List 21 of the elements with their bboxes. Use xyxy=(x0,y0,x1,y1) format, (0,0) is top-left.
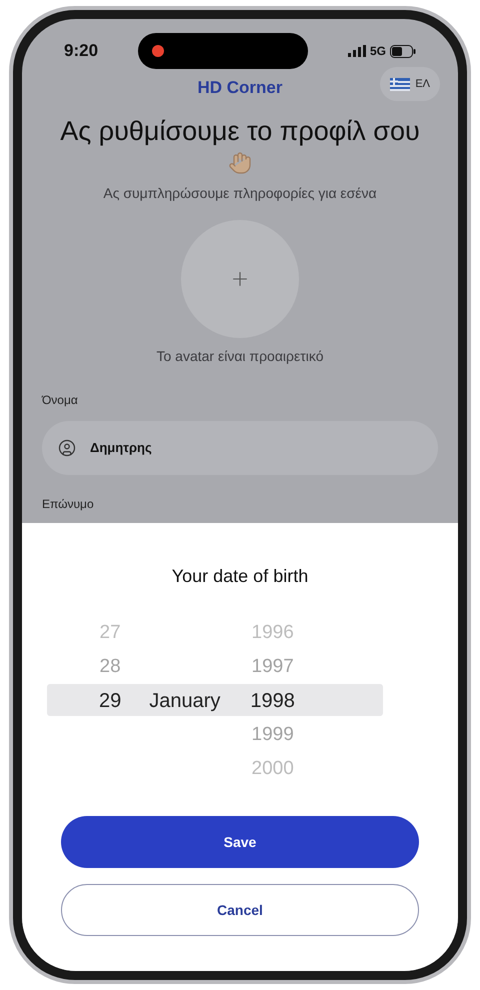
field-label: Επώνυμο xyxy=(41,496,95,513)
sheet-title: Your date of birth xyxy=(172,565,308,588)
app-title: HD Corner xyxy=(197,77,282,100)
network-label: 5G xyxy=(370,43,386,60)
page-heading: Ας ρυθμίσουμε το προφίλ σου xyxy=(59,115,421,147)
waving-hand-icon xyxy=(228,151,252,175)
flag-icon xyxy=(390,78,410,90)
signal-icon xyxy=(348,45,366,57)
language-button[interactable]: ΕΛ xyxy=(380,67,440,101)
picker-item[interactable]: January xyxy=(149,684,220,718)
field-label: Όνομα xyxy=(40,392,79,409)
picker-item[interactable]: 1998 xyxy=(250,684,295,718)
name-field[interactable]: Δημητρης xyxy=(42,421,438,475)
picker-item[interactable]: 29 xyxy=(99,684,122,718)
user-icon xyxy=(58,439,76,457)
status-time: 9:20 xyxy=(64,40,98,62)
cancel-button[interactable]: Cancel xyxy=(61,884,419,936)
save-button[interactable]: Save xyxy=(61,816,419,868)
subtitle: Ας συμπληρώσουμε πληροφορίες για εσένα xyxy=(102,184,378,203)
avatar-hint: Το avatar είναι προαιρετικό xyxy=(155,347,324,366)
battery-icon xyxy=(390,44,416,58)
